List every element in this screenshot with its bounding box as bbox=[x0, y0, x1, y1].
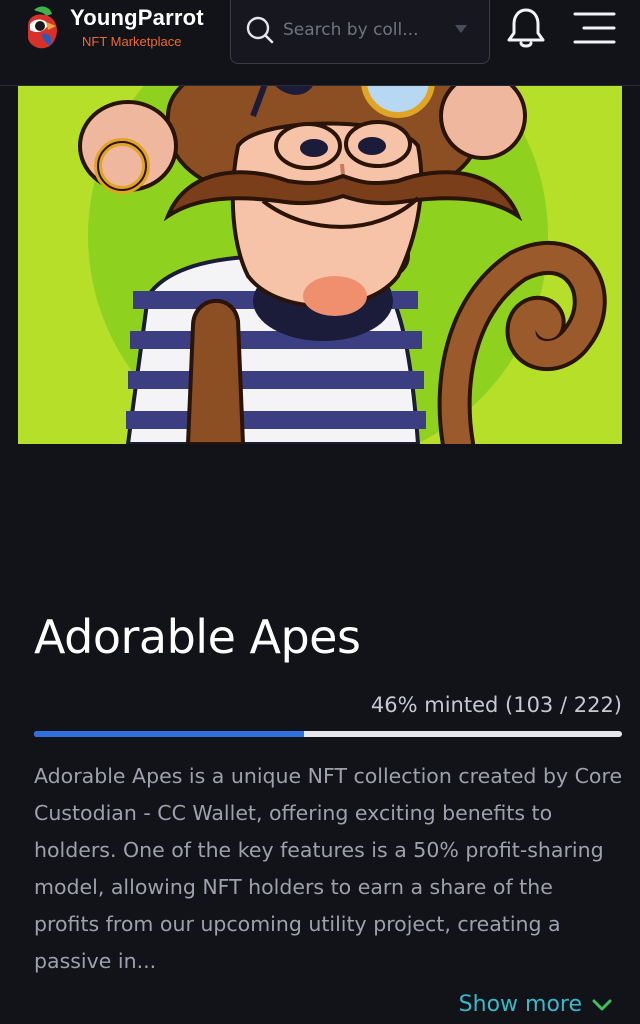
collection-title: Adorable Apes bbox=[34, 610, 361, 664]
chevron-down-icon bbox=[592, 999, 612, 1010]
show-more-button[interactable]: Show more bbox=[459, 992, 612, 1017]
show-more-label: Show more bbox=[458, 992, 582, 1017]
minted-status: 46% minted (103 / 222) bbox=[370, 693, 622, 717]
top-header: YoungParrot NFT Marketplace bbox=[0, 0, 640, 86]
mint-progress-fill bbox=[34, 731, 305, 737]
collection-description: Adorable Apes is a unique NFT collection… bbox=[34, 764, 623, 973]
menu-icon[interactable] bbox=[572, 10, 618, 46]
bell-icon[interactable] bbox=[504, 6, 548, 50]
brand-tagline: NFT Marketplace bbox=[82, 34, 182, 49]
ape-artwork bbox=[18, 86, 622, 444]
brand-name[interactable]: YoungParrot bbox=[70, 5, 204, 31]
mint-progress-bar bbox=[34, 731, 622, 737]
search-icon bbox=[246, 16, 274, 44]
nft-collection-image[interactable] bbox=[18, 86, 622, 444]
parrot-logo-icon[interactable] bbox=[20, 4, 66, 54]
chevron-down-icon[interactable] bbox=[455, 25, 467, 33]
search-input[interactable] bbox=[283, 17, 453, 43]
search-box[interactable] bbox=[230, 0, 490, 64]
